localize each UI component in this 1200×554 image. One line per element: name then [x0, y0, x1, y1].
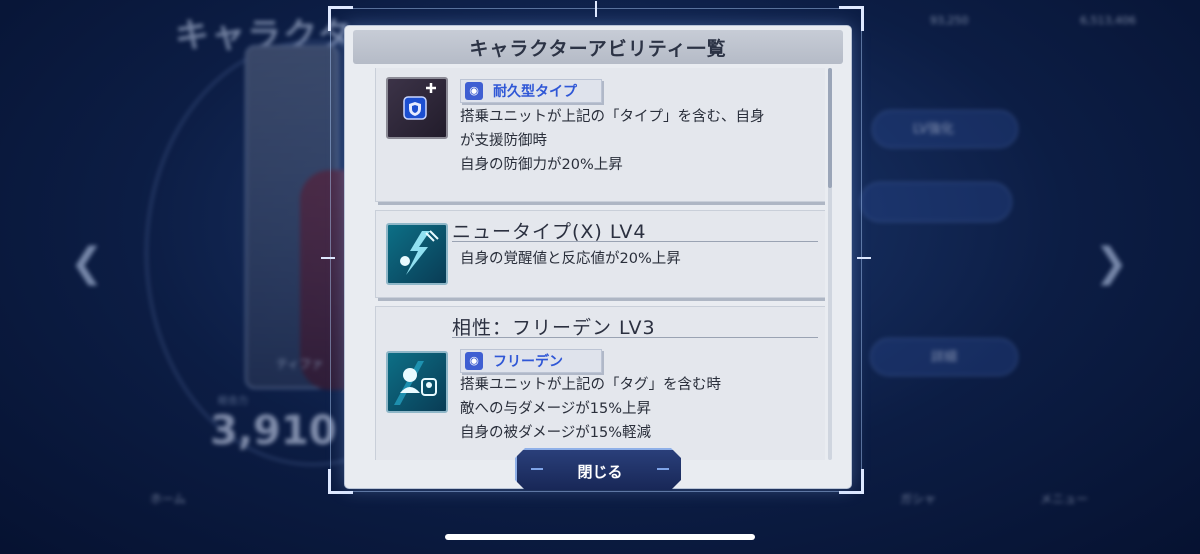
bg-search-field[interactable] — [860, 182, 1012, 222]
ability-title: ニュータイプ(X) LV4 — [452, 221, 647, 243]
tag-group-icon: ◉ — [465, 352, 483, 370]
bg-lv-up-label: LV強化 — [913, 122, 954, 137]
description-line: 搭乗ユニットが上記の「タグ」を含む時 — [460, 377, 721, 393]
dialog-title: キャラクターアビリティ一覧 — [469, 37, 727, 60]
bg-nav-menu[interactable]: メニュー — [1040, 490, 1088, 507]
close-button[interactable]: 閉じる — [515, 448, 681, 490]
button-deco — [657, 468, 669, 476]
dialog-header: キャラクターアビリティ一覧 — [353, 30, 843, 64]
tag-type-icon: ◉ — [465, 82, 483, 100]
bg-type-label: ティファ — [276, 357, 324, 371]
newtype-flash-icon — [386, 223, 448, 285]
frame-tick — [857, 257, 871, 259]
ability-card: ニュータイプ(X) LV4 自身の覚醒値と反応値が20%上昇 — [375, 210, 825, 298]
bg-nav-gacha[interactable]: ガシャ — [900, 490, 936, 507]
ability-description: 自身の覚醒値と反応値が20%上昇 — [460, 247, 681, 271]
ability-description: 搭乗ユニットが上記の「タグ」を含む時 敵への与ダメージが15%上昇 自身の被ダメ… — [460, 373, 721, 445]
type-tag-label: 耐久型タイプ — [493, 84, 577, 100]
scrollbar-thumb[interactable] — [828, 68, 832, 188]
ability-title: 相性：フリーデン LV3 — [452, 317, 656, 339]
dialog-footer: 閉じる — [345, 440, 851, 490]
list-scrollbar[interactable] — [828, 68, 832, 460]
description-line: が支援防御時 — [460, 133, 547, 149]
bg-nav-home[interactable]: ホーム — [150, 490, 186, 507]
group-tag: ◉ フリーデン — [460, 349, 602, 373]
bg-power-value: 3,910 — [210, 408, 337, 454]
close-button-label: 閉じる — [577, 462, 623, 481]
description-line: 自身の覚醒値と反応値が20%上昇 — [460, 251, 681, 267]
bg-detail-button[interactable]: 詳細 — [870, 338, 1018, 376]
ability-description: 搭乗ユニットが上記の「タイプ」を含む、自身 が支援防御時 自身の防御力が20%上… — [460, 105, 765, 177]
ability-card: ◉ 耐久型タイプ 搭乗ユニットが上記の「タイプ」を含む、自身 が支援防御時 自身… — [375, 68, 825, 202]
prev-character-chevron-icon[interactable]: ❮ — [70, 240, 104, 286]
ability-list[interactable]: ◉ 耐久型タイプ 搭乗ユニットが上記の「タイプ」を含む、自身 が支援防御時 自身… — [375, 68, 825, 460]
frame-tick — [321, 257, 335, 259]
title-divider — [452, 241, 818, 242]
button-deco — [531, 468, 543, 476]
bg-lv-up-button[interactable]: LV強化 — [872, 110, 1018, 148]
bg-stat-1: 93,250 — [930, 14, 969, 27]
group-tag-label: フリーデン — [493, 354, 563, 370]
type-tag: ◉ 耐久型タイプ — [460, 79, 602, 103]
title-divider — [452, 337, 818, 338]
pilot-affinity-icon — [386, 351, 448, 413]
description-line: 自身の防御力が20%上昇 — [460, 157, 623, 173]
description-line: 搭乗ユニットが上記の「タイプ」を含む、自身 — [460, 109, 765, 125]
ability-list-dialog: キャラクターアビリティ一覧 ◉ 耐久型タイプ 搭乗ユニットが上記の「タイプ」を含… — [345, 26, 851, 490]
shield-plus-icon — [386, 77, 448, 139]
ability-card: 相性：フリーデン LV3 ◉ フリーデン 搭乗ユニットが上記の「タグ」を含む時 … — [375, 306, 825, 460]
next-character-chevron-icon[interactable]: ❯ — [1094, 240, 1128, 286]
bg-power-label: 総合力 — [218, 396, 248, 407]
description-line: 敵への与ダメージが15%上昇 — [460, 401, 652, 417]
bg-detail-label: 詳細 — [931, 350, 958, 365]
frame-tick — [595, 1, 597, 17]
bg-stat-2: 6,513,406 — [1080, 14, 1136, 27]
home-indicator[interactable] — [445, 534, 755, 540]
